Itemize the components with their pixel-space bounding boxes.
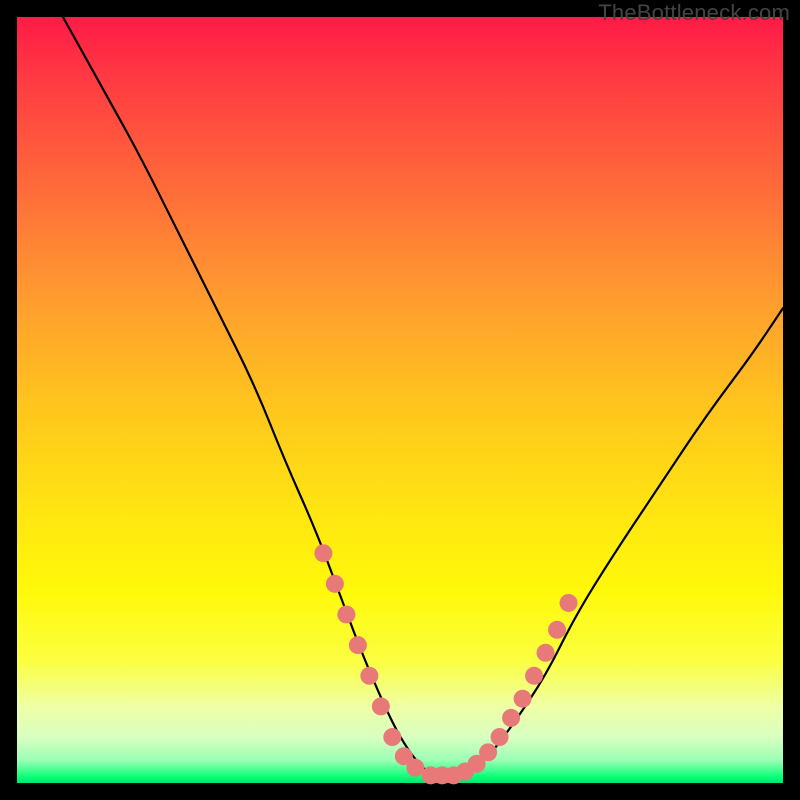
chart-svg xyxy=(17,17,783,783)
marker-dot xyxy=(372,697,390,715)
marker-layer xyxy=(314,544,577,784)
marker-dot xyxy=(491,728,509,746)
marker-dot xyxy=(502,709,520,727)
marker-dot xyxy=(537,644,555,662)
marker-dot xyxy=(406,759,424,777)
marker-dot xyxy=(548,621,566,639)
marker-dot xyxy=(525,667,543,685)
marker-dot xyxy=(349,636,367,654)
marker-dot xyxy=(326,575,344,593)
marker-dot xyxy=(360,667,378,685)
marker-dot xyxy=(479,743,497,761)
marker-dot xyxy=(514,690,532,708)
marker-dot xyxy=(314,544,332,562)
bottleneck-curve xyxy=(63,17,783,775)
marker-dot xyxy=(383,728,401,746)
curve-layer xyxy=(63,17,783,775)
marker-dot xyxy=(337,605,355,623)
marker-dot xyxy=(560,594,578,612)
